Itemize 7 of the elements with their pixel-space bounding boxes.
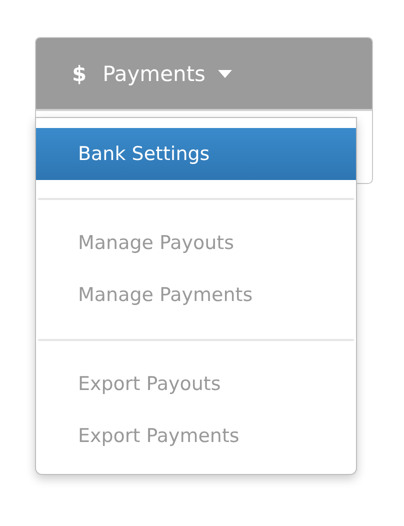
menu-item[interactable]: Export Payouts: [36, 358, 356, 410]
menu-item[interactable]: Manage Payments: [36, 269, 356, 321]
caret-icon: [218, 70, 232, 78]
menu-item[interactable]: Manage Payouts: [36, 217, 356, 269]
menu-item[interactable]: Export Payments: [36, 410, 356, 462]
payments-menu-button[interactable]: $ Payments: [36, 38, 372, 111]
menu-item[interactable]: Bank Settings: [36, 128, 356, 180]
